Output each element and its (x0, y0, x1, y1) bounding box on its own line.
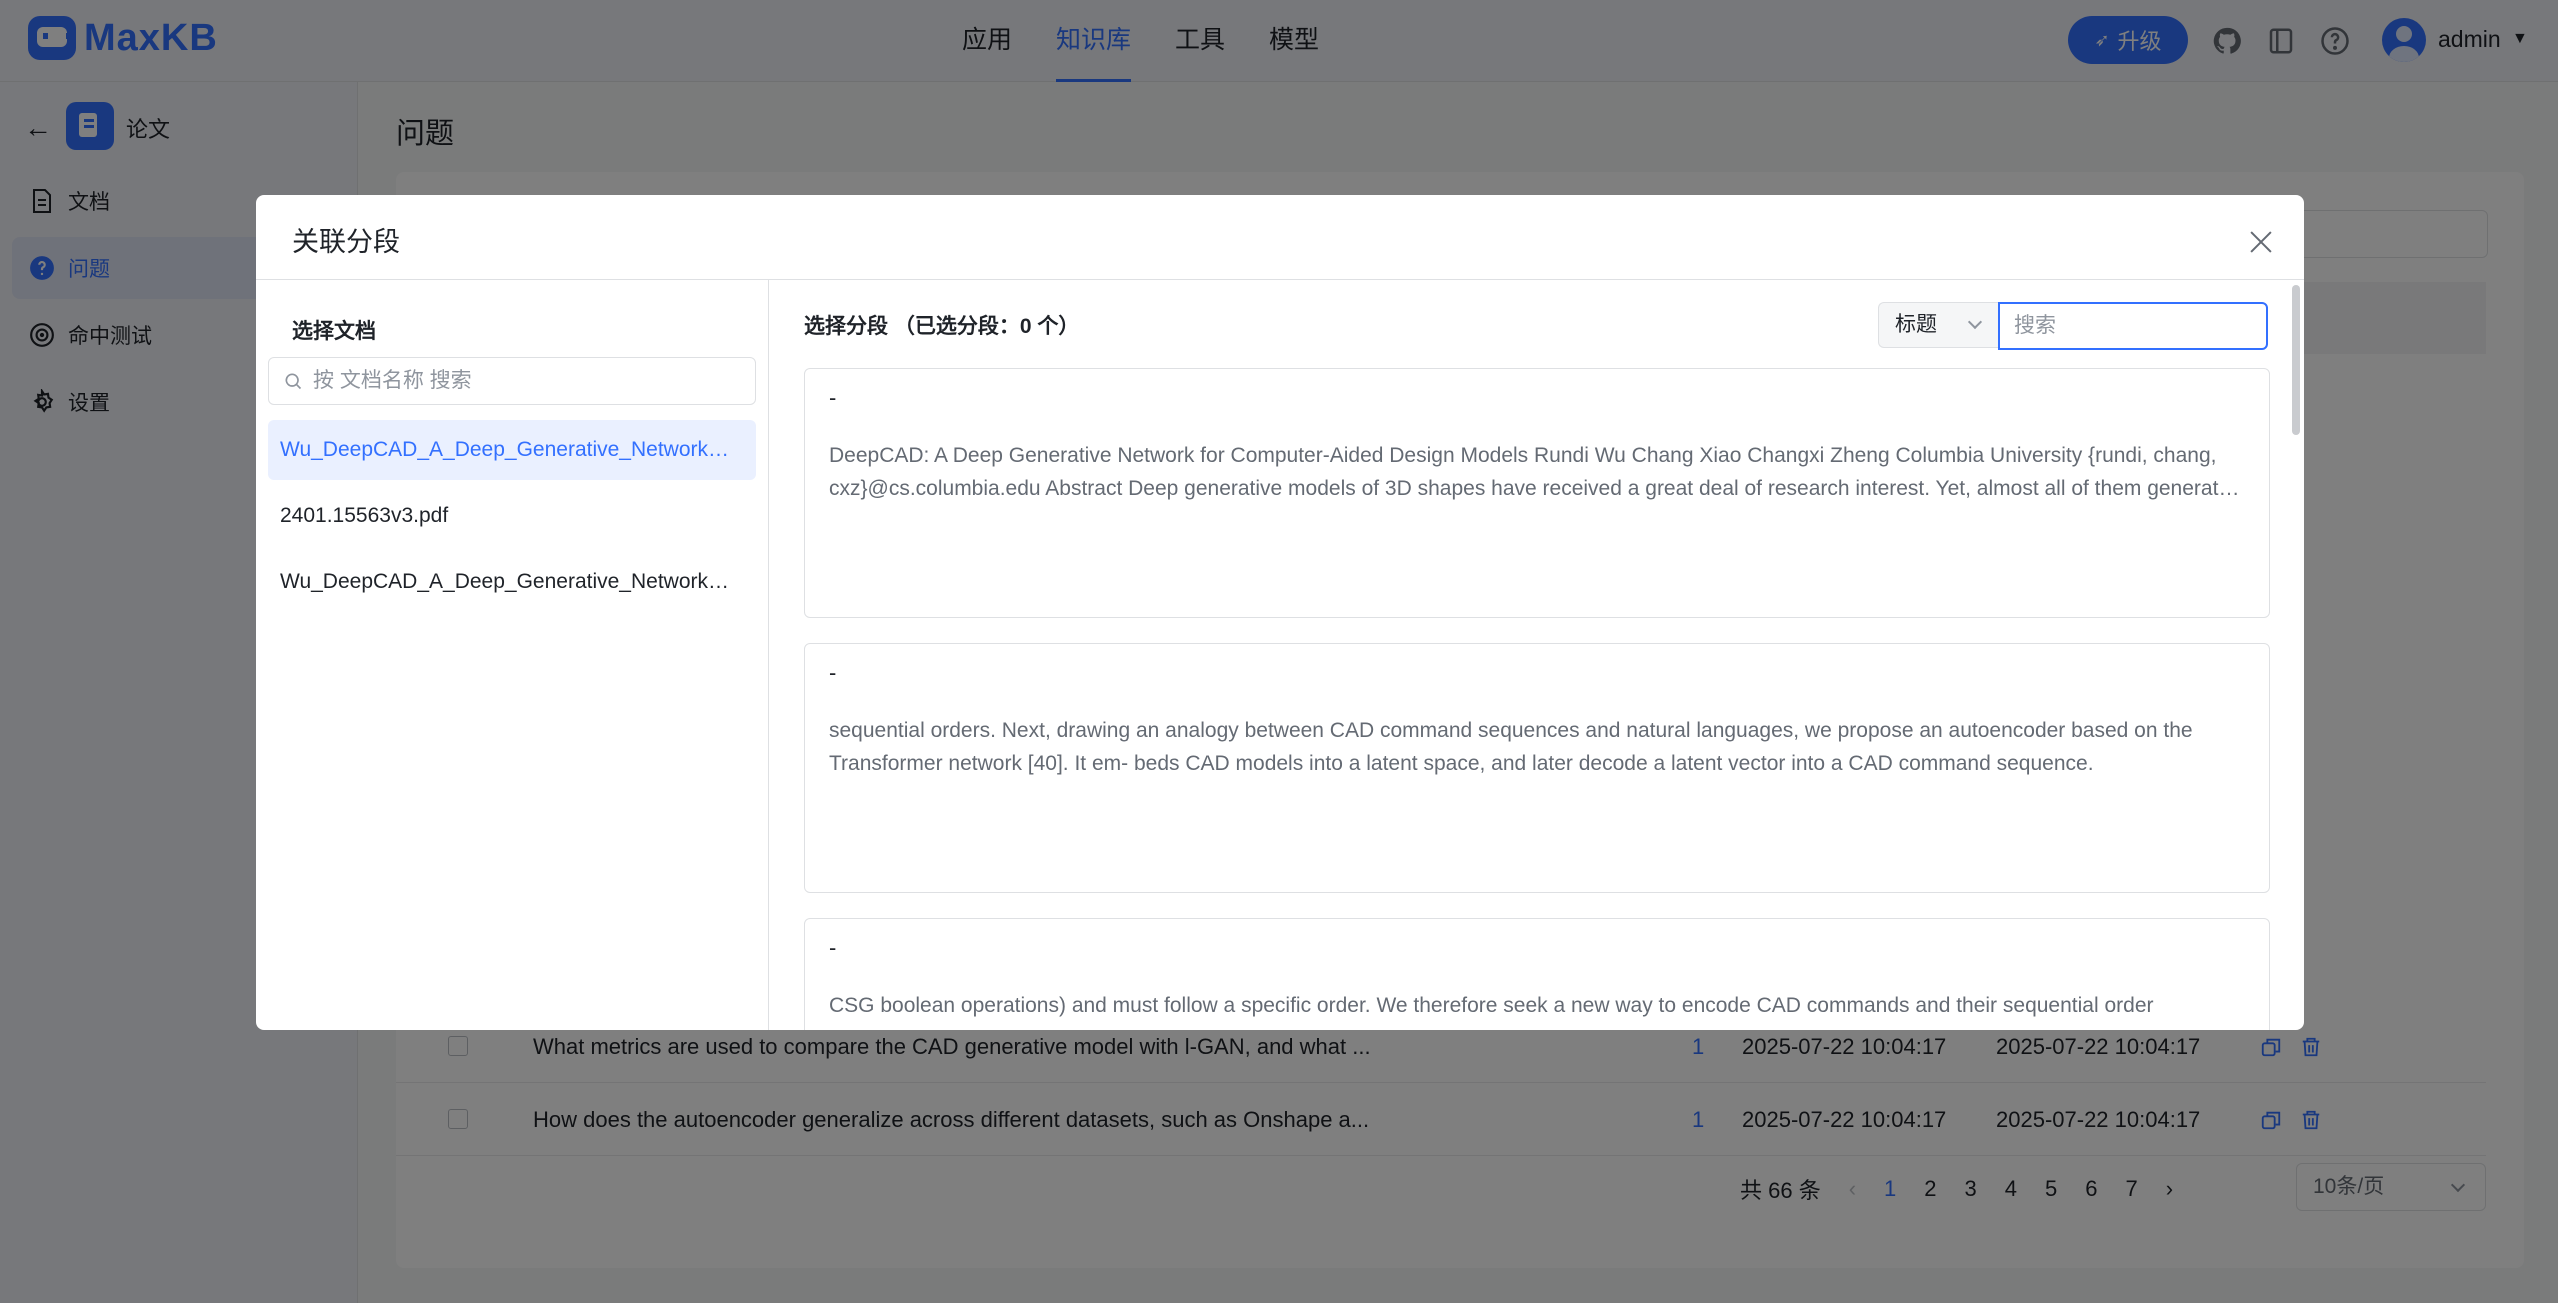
scrollbar[interactable] (2292, 285, 2300, 435)
document-item[interactable]: Wu_DeepCAD_A_Deep_Generative_Network_for… (268, 552, 756, 612)
document-item[interactable]: Wu_DeepCAD_A_Deep_Generative_Network_for… (268, 420, 756, 480)
document-pane: 选择文档 Wu_DeepCAD_A_Deep_Generative_Networ… (256, 280, 769, 1030)
segment-search-input[interactable] (1998, 302, 2268, 350)
selected-count: （已选分段：0 个） (893, 315, 1080, 338)
dialog-title: 关联分段 (292, 227, 400, 257)
segment-card[interactable]: - sequential orders. Next, drawing an an… (804, 643, 2270, 893)
segment-title: - (829, 660, 837, 685)
search-icon (285, 373, 302, 390)
segment-card[interactable]: - CSG boolean operations) and must follo… (804, 918, 2270, 1030)
select-segment-label: 选择分段 （已选分段：0 个） (804, 310, 1079, 340)
select-document-label: 选择文档 (292, 320, 376, 343)
search-field-select[interactable]: 标题 (1878, 302, 1998, 348)
select-segment-title: 选择分段 (804, 315, 888, 338)
segment-content: sequential orders. Next, drawing an anal… (829, 719, 2193, 775)
segment-card[interactable]: - DeepCAD: A Deep Generative Network for… (804, 368, 2270, 618)
segment-content: DeepCAD: A Deep Generative Network for C… (829, 444, 2231, 500)
document-search-field[interactable] (268, 357, 756, 405)
segment-title: - (829, 385, 837, 410)
associate-segment-dialog: 关联分段 选择文档 Wu_DeepCAD_A_Deep_Generative_N… (256, 195, 2304, 1030)
segment-title: - (829, 935, 837, 960)
document-item[interactable]: 2401.15563v3.pdf (268, 486, 756, 546)
document-search-input[interactable] (313, 369, 733, 393)
segment-content: CSG boolean operations) and must follow … (829, 994, 2154, 1017)
close-icon[interactable] (2244, 225, 2278, 259)
segment-pane: 选择分段 （已选分段：0 个） 标题 - DeepCAD: A Deep Gen… (770, 280, 2304, 1030)
